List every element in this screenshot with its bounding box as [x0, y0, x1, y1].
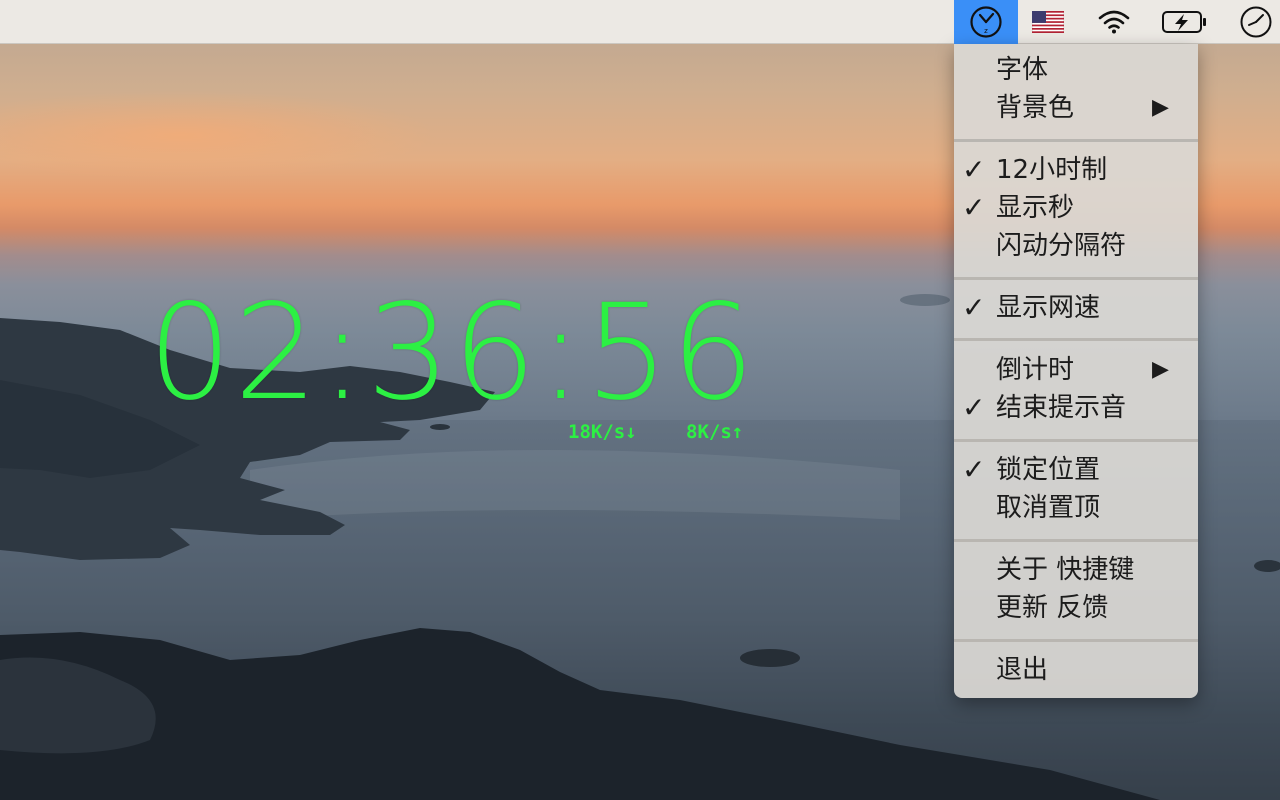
checkmark-icon: ✓	[962, 391, 986, 424]
download-speed: 18K/s↓	[568, 421, 637, 443]
menu-separator	[954, 539, 1198, 542]
menu-item-show-net-speed[interactable]: ✓ 显示网速	[954, 289, 1198, 327]
battery-status-item[interactable]	[1158, 0, 1212, 44]
menu-item-label: 字体	[996, 55, 1049, 85]
menu-bar: z	[0, 0, 1280, 44]
menu-item-font[interactable]: 字体	[954, 51, 1198, 89]
menu-item-show-seconds[interactable]: ✓ 显示秒	[954, 189, 1198, 227]
menu-separator	[954, 139, 1198, 142]
menu-item-background-color[interactable]: 背景色 ▶	[954, 89, 1198, 127]
clock-app-status-item[interactable]: z	[954, 0, 1018, 44]
clock-settings-menu: 字体 背景色 ▶ ✓ 12小时制 ✓ 显示秒 闪动分隔符 ✓ 显示网速 倒计时 …	[954, 44, 1198, 698]
menu-item-12-hour[interactable]: ✓ 12小时制	[954, 151, 1198, 189]
menu-item-about-shortcuts[interactable]: 关于 快捷键	[954, 551, 1198, 589]
checkmark-icon: ✓	[962, 191, 986, 224]
menu-item-update-feedback[interactable]: 更新 反馈	[954, 589, 1198, 627]
menu-item-label: 显示秒	[996, 193, 1075, 223]
input-source-status-item[interactable]	[1026, 0, 1070, 44]
us-flag-icon	[1032, 11, 1064, 33]
clock-status-item[interactable]	[1234, 0, 1278, 44]
submenu-arrow-icon: ▶	[1152, 357, 1169, 382]
wifi-icon	[1098, 10, 1130, 34]
checkmark-icon: ✓	[962, 153, 986, 186]
menu-item-cancel-on-top[interactable]: 取消置顶	[954, 489, 1198, 527]
menu-separator	[954, 277, 1198, 280]
menu-item-label: 12小时制	[996, 155, 1108, 185]
battery-charging-icon	[1162, 11, 1206, 33]
menu-item-label: 关于 快捷键	[996, 555, 1135, 585]
menu-item-label: 更新 反馈	[996, 593, 1109, 623]
menu-item-label: 锁定位置	[996, 455, 1101, 485]
menu-item-countdown[interactable]: 倒计时 ▶	[954, 351, 1198, 389]
checkmark-icon: ✓	[962, 291, 986, 324]
menu-item-label: 退出	[996, 655, 1049, 685]
menu-item-label: 倒计时	[996, 355, 1075, 385]
menu-separator	[954, 338, 1198, 341]
menu-item-label: 结束提示音	[996, 393, 1127, 423]
menu-item-label: 显示网速	[996, 293, 1101, 323]
menu-item-lock-position[interactable]: ✓ 锁定位置	[954, 451, 1198, 489]
menu-item-label: 取消置顶	[996, 493, 1101, 523]
menu-item-quit[interactable]: 退出	[954, 651, 1198, 689]
checkmark-icon: ✓	[962, 453, 986, 486]
menu-separator	[954, 439, 1198, 442]
menu-separator	[954, 639, 1198, 642]
desktop-clock-time[interactable]: 02:36:56	[148, 283, 768, 423]
clock-app-icon: z	[970, 6, 1002, 38]
menu-item-label: 背景色	[996, 93, 1075, 123]
upload-speed: 8K/s↑	[686, 421, 744, 443]
submenu-arrow-icon: ▶	[1152, 95, 1169, 120]
clock-icon	[1240, 6, 1272, 38]
wifi-status-item[interactable]	[1090, 0, 1138, 44]
menu-item-blink-separator[interactable]: 闪动分隔符	[954, 227, 1198, 265]
menu-item-end-sound[interactable]: ✓ 结束提示音	[954, 389, 1198, 427]
menu-item-label: 闪动分隔符	[996, 231, 1127, 261]
svg-text:z: z	[984, 27, 988, 35]
